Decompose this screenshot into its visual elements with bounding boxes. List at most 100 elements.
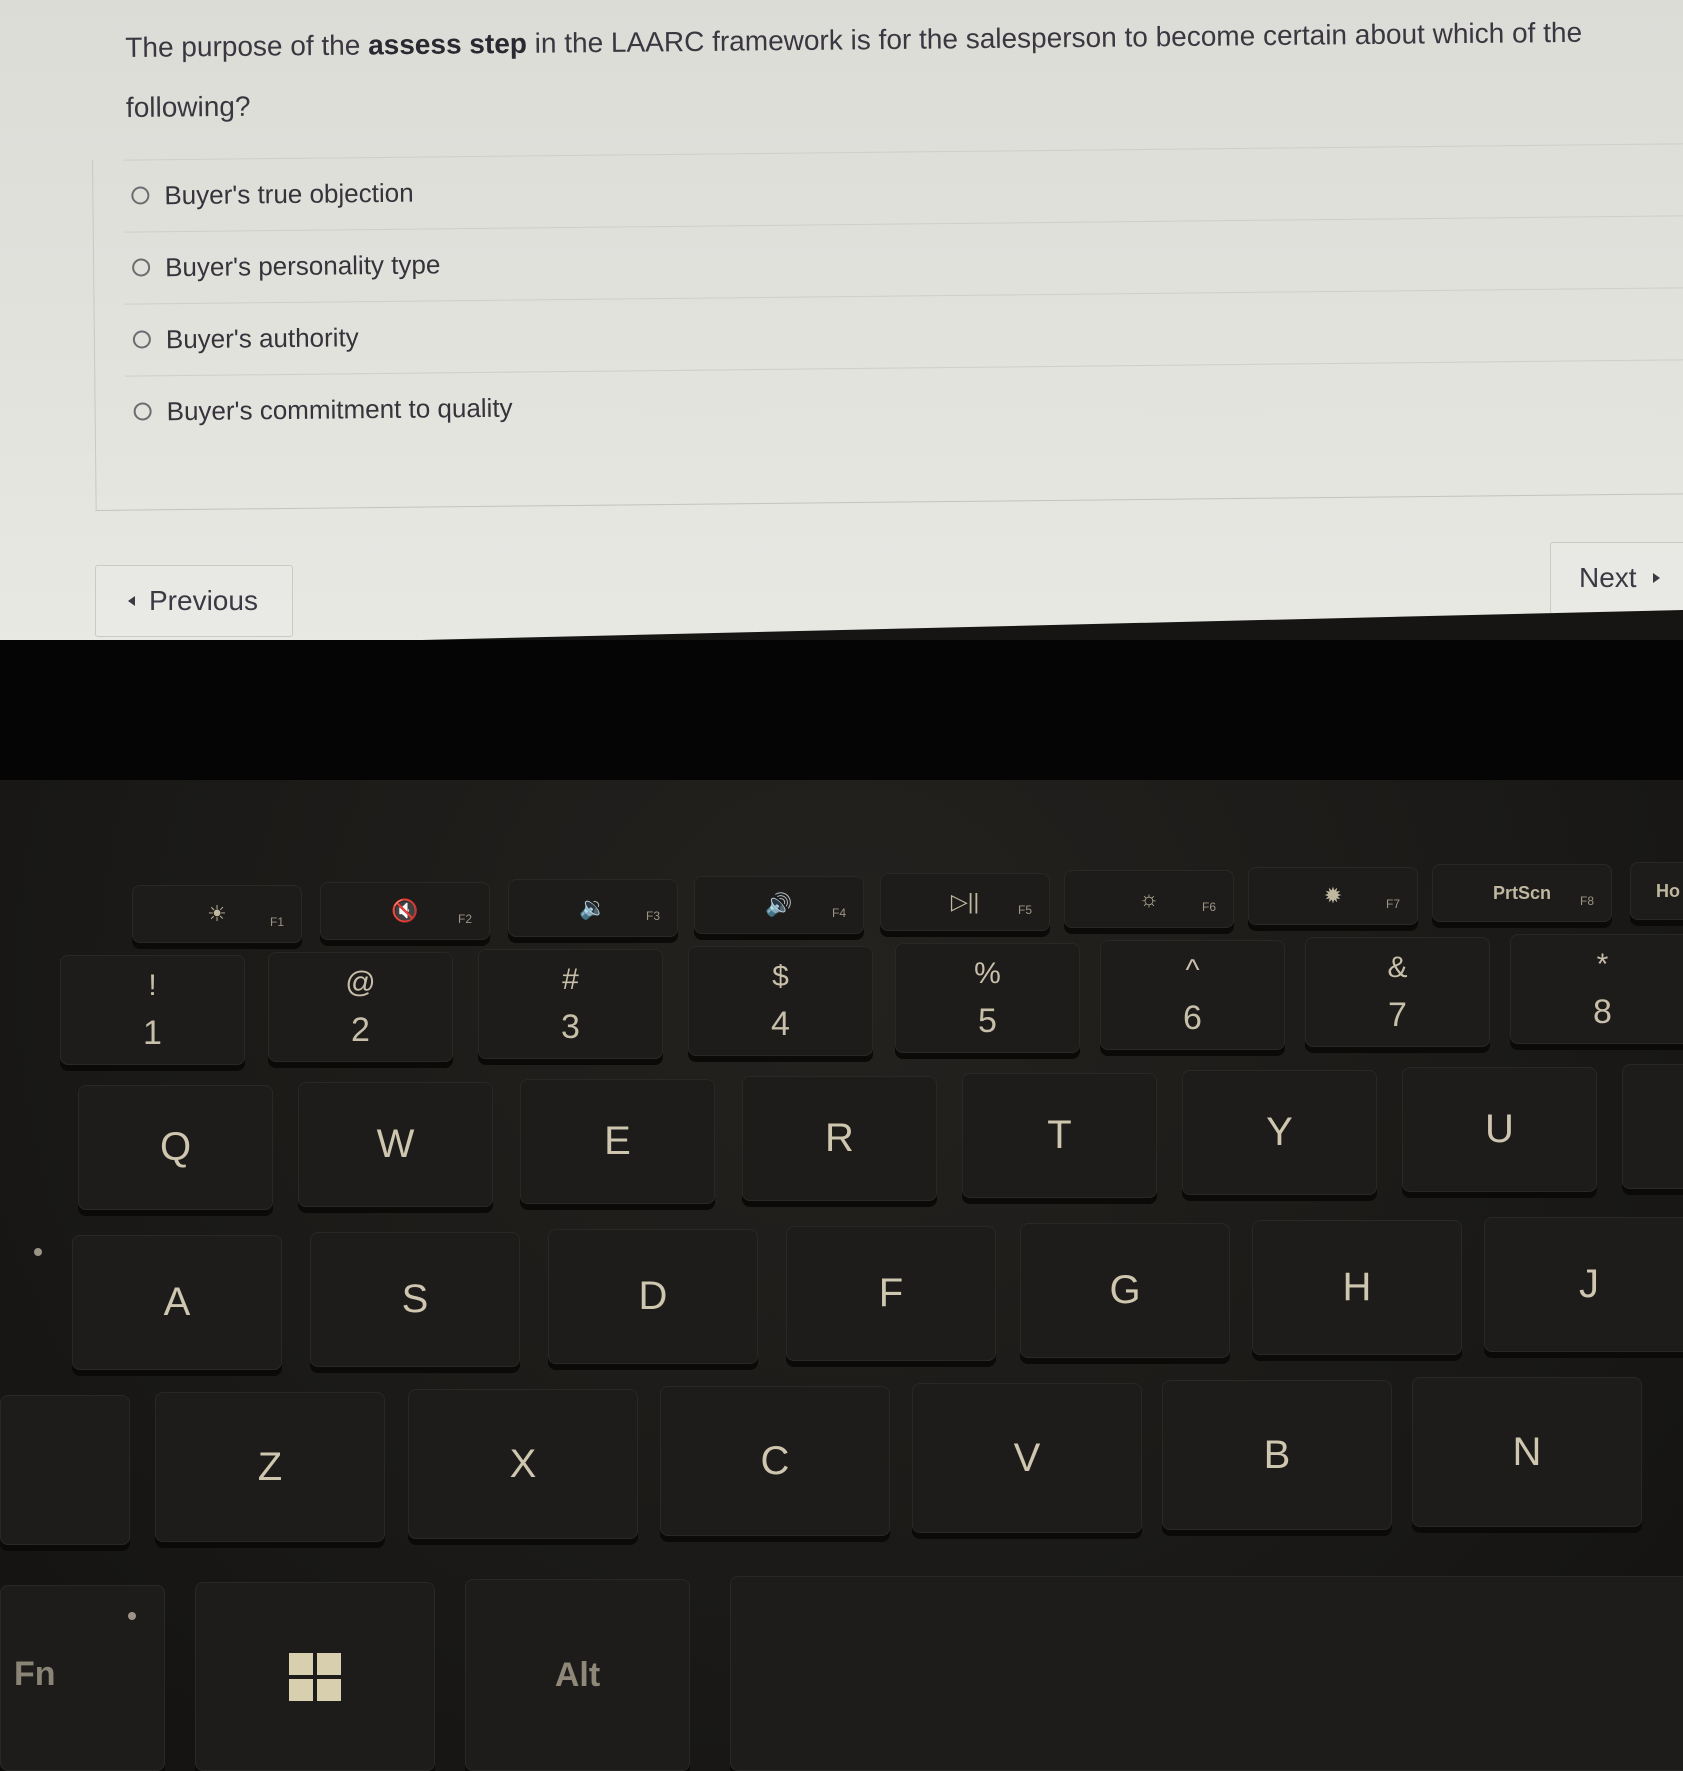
key-z[interactable]: Z [155,1392,385,1542]
key-w[interactable]: W [298,1082,493,1207]
key-letter: F [878,1271,904,1315]
key-shift-symbol: @ [345,966,376,999]
key-digit: 6 [1183,999,1202,1037]
mute-icon: 🔇 [391,898,419,923]
alt-key-label: Alt [554,1655,601,1694]
key-letter: V [1013,1435,1041,1480]
answer-option[interactable]: Buyer's commitment to quality [125,359,1683,447]
question-emphasis: assess step [367,27,528,61]
key-digit: 8 [1593,993,1612,1031]
print-screen-label: PrtScn [1492,882,1552,903]
key-letter: E [604,1119,631,1163]
key-3[interactable]: # 3 [478,949,663,1059]
key-h[interactable]: H [1252,1220,1462,1355]
key-letter: R [825,1116,854,1160]
key-letter: Q [159,1125,192,1169]
key-digit: 5 [978,1002,997,1040]
key-8[interactable]: * 8 [1510,934,1683,1044]
key-home[interactable]: Ho [1630,862,1683,920]
radio-button[interactable] [132,330,151,349]
fn-number: F3 [645,909,660,923]
option-label[interactable]: Buyer's true objection [164,177,414,211]
radio-button[interactable] [132,258,151,277]
key-shift-symbol: ! [148,969,157,1002]
option-label[interactable]: Buyer's authority [166,322,359,355]
key-digit: 4 [771,1005,790,1043]
key-v[interactable]: V [912,1383,1142,1533]
quiz-screen: The purpose of the assess step in the LA… [0,0,1683,650]
key-4[interactable]: $ 4 [688,946,873,1056]
radio-button[interactable] [133,402,152,421]
key-shift-symbol: & [1387,951,1408,984]
key-b[interactable]: B [1162,1380,1392,1530]
key-x[interactable]: X [408,1389,638,1539]
key-f2[interactable]: 🔇 F2 [320,882,490,940]
volume-down-icon: 🔉 [579,895,607,920]
key-6[interactable]: ^ 6 [1100,940,1285,1050]
key-digit: 3 [561,1008,580,1046]
key-q[interactable]: Q [78,1085,273,1210]
next-button[interactable]: Next [1550,542,1683,614]
key-t[interactable]: T [962,1073,1157,1198]
key-i-partial[interactable] [1622,1064,1683,1189]
key-y[interactable]: Y [1182,1070,1377,1195]
key-f6[interactable]: ☼ F6 [1064,870,1234,928]
key-s[interactable]: S [310,1232,520,1367]
fn-key-label: Fn [14,1655,56,1693]
option-label[interactable]: Buyer's personality type [165,249,441,283]
fn-number: F2 [457,912,472,926]
key-letter: W [376,1122,415,1166]
key-n[interactable]: N [1412,1377,1642,1527]
play-pause-icon: ▷|| [950,889,980,914]
key-shift[interactable] [0,1395,130,1545]
radio-button[interactable] [131,186,150,205]
key-f4[interactable]: 🔊 F4 [694,876,864,934]
previous-label: Previous [149,585,258,616]
fn-number: F1 [269,915,284,929]
fn-number: F7 [1385,897,1400,911]
key-f1[interactable]: ☀ F1 [132,885,302,943]
key-letter: J [1579,1262,1599,1306]
previous-button[interactable]: Previous [95,565,293,637]
key-shift-symbol: % [974,957,1001,990]
key-u[interactable]: U [1402,1067,1597,1192]
key-5[interactable]: % 5 [895,943,1080,1053]
key-letter: G [1109,1268,1141,1312]
key-f7[interactable]: ✹ F7 [1248,867,1418,925]
windows-logo-icon [289,1652,341,1701]
key-f3[interactable]: 🔉 F3 [508,879,678,937]
key-f5[interactable]: ▷|| F5 [880,873,1050,931]
fn-number: F4 [831,906,846,920]
key-e[interactable]: E [520,1079,715,1204]
key-j[interactable]: J [1484,1217,1683,1352]
key-letter: S [401,1277,429,1321]
key-f8-prtscn[interactable]: PrtScn F8 [1432,864,1612,922]
key-a[interactable]: A [72,1235,282,1370]
key-letter: Y [1266,1110,1293,1154]
caps-lock-led-icon [34,1248,42,1256]
key-space[interactable] [730,1576,1683,1771]
key-g[interactable]: G [1020,1223,1230,1358]
key-letter: D [638,1274,668,1318]
key-1[interactable]: ! 1 [60,955,245,1065]
key-letter: H [1342,1265,1372,1309]
key-f[interactable]: F [786,1226,996,1361]
fn-number: F6 [1201,900,1216,914]
brightness-down-icon: ☀ [207,901,227,926]
key-digit: 2 [351,1011,370,1049]
key-7[interactable]: & 7 [1305,937,1490,1047]
option-label[interactable]: Buyer's commitment to quality [166,392,512,427]
brightness-low-icon: ☼ [1138,886,1160,911]
key-c[interactable]: C [660,1386,890,1536]
key-digit: 1 [143,1014,162,1052]
key-r[interactable]: R [742,1076,937,1201]
key-d[interactable]: D [548,1229,758,1364]
key-windows[interactable] [195,1582,435,1771]
key-2[interactable]: @ 2 [268,952,453,1062]
key-letter: C [760,1438,790,1483]
key-alt[interactable]: Alt [465,1579,690,1771]
home-label: Ho [1656,880,1680,901]
key-shift-symbol: # [562,963,579,996]
key-digit: 7 [1388,996,1407,1034]
key-letter: Z [257,1444,283,1489]
